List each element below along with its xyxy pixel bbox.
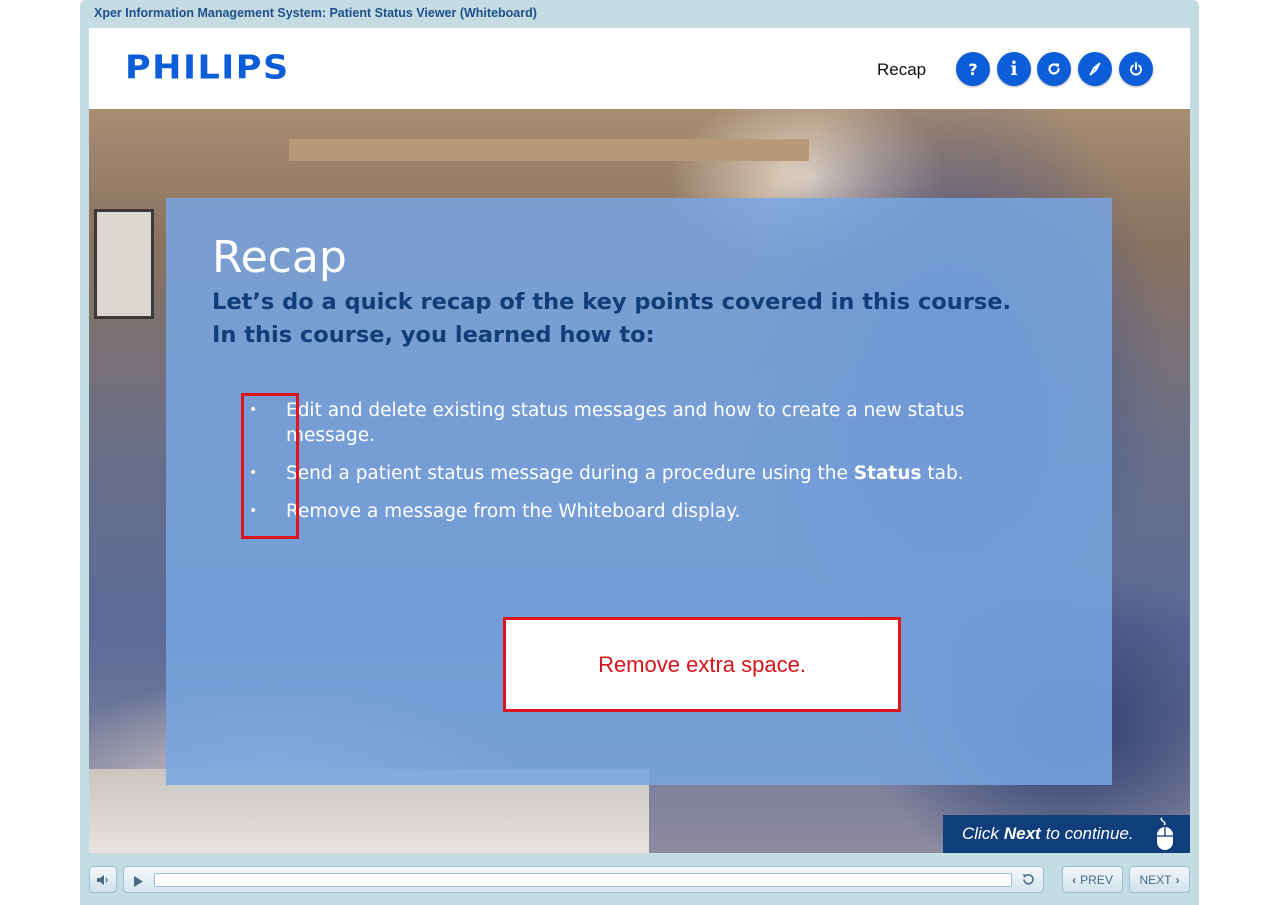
progress-bar [123,866,1044,893]
rewind-icon [1023,874,1034,885]
prev-button[interactable]: ‹ PREV [1062,866,1123,893]
exit-button[interactable] [1119,52,1153,86]
prev-label: PREV [1080,872,1113,887]
progress-track[interactable] [154,873,1012,887]
navigate-button[interactable] [1078,52,1112,86]
power-icon [1130,62,1142,76]
next-button[interactable]: NEXT › [1129,866,1190,893]
list-item-text: Edit and delete existing status messages… [286,400,965,446]
player-controls: ‹ PREV NEXT › [89,866,1190,893]
list-item: • Send a patient status message during a… [246,461,1006,486]
play-icon [134,876,143,887]
continue-prompt: Click Next to continue. [943,815,1190,853]
philips-logo: PHILIPS [125,49,290,87]
list-item-text: Remove a message from the Whiteboard dis… [286,501,741,522]
rewind-button[interactable] [1021,872,1036,891]
course-header: PHILIPS Recap ? i [89,28,1190,109]
recap-list: • Edit and delete existing status messag… [246,398,1006,537]
list-item: • Remove a message from the Whiteboard d… [246,499,1006,524]
mouse-icon [1157,817,1173,850]
info-button[interactable]: i [997,52,1031,86]
wall-monitor-graphic [94,209,154,319]
review-note: Remove extra space. [503,617,901,712]
intro-line-2: In this course, you learned how to: [212,322,655,348]
speaker-icon [97,874,108,885]
play-button[interactable] [132,873,144,892]
list-item-text: Send a patient status message during a p… [286,463,964,484]
replay-icon [1048,63,1060,75]
next-keyword: Next [1003,824,1041,843]
next-label: NEXT [1139,872,1172,887]
window-title: Xper Information Management System: Pati… [94,6,537,20]
help-button[interactable]: ? [956,52,990,86]
intro-text: Let’s do a quick recap of the key points… [212,286,1092,352]
section-name: Recap [877,60,927,79]
chevron-right-icon: › [1175,872,1180,887]
replay-button[interactable] [1037,52,1071,86]
intro-line-1: Let’s do a quick recap of the key points… [212,289,1012,315]
status-tab-name: Status [853,463,922,484]
volume-button[interactable] [89,866,117,893]
shelf-graphic [289,139,809,161]
info-icon: i [1010,58,1018,80]
compass-icon [1089,62,1101,76]
chevron-left-icon: ‹ [1072,872,1077,887]
slide-title: Recap [212,232,347,283]
list-item: • Edit and delete existing status messag… [246,398,1006,448]
question-icon: ? [968,59,978,79]
review-highlight-box [241,393,299,539]
